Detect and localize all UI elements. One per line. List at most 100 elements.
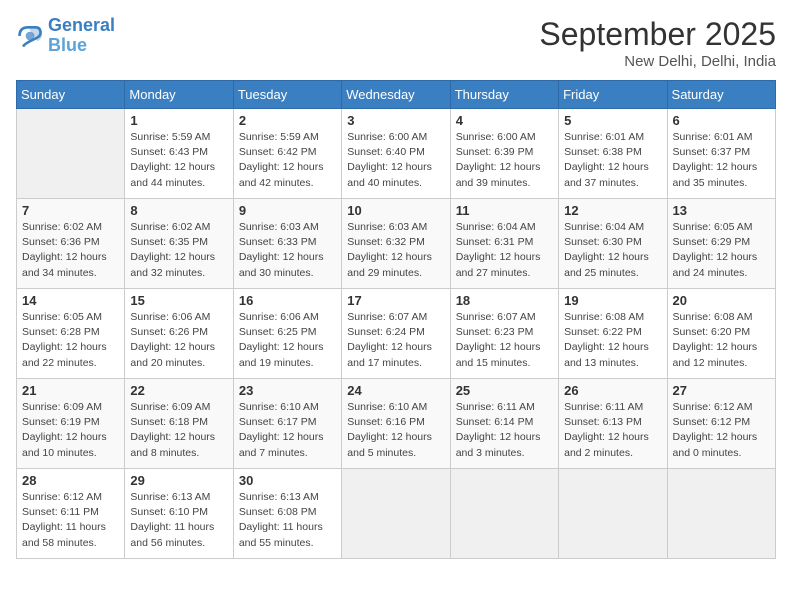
day-number: 23 [239,383,336,398]
day-info: Sunrise: 6:01 AM Sunset: 6:37 PM Dayligh… [673,130,770,191]
calendar-cell: 23 Sunrise: 6:10 AM Sunset: 6:17 PM Dayli… [233,379,341,469]
day-number: 27 [673,383,770,398]
weekday-header: Thursday [450,81,558,109]
day-info: Sunrise: 6:05 AM Sunset: 6:28 PM Dayligh… [22,310,119,371]
logo-icon [16,22,44,50]
day-number: 18 [456,293,553,308]
day-number: 12 [564,203,661,218]
day-info: Sunrise: 5:59 AM Sunset: 6:42 PM Dayligh… [239,130,336,191]
calendar-cell: 25 Sunrise: 6:11 AM Sunset: 6:14 PM Dayli… [450,379,558,469]
day-info: Sunrise: 6:03 AM Sunset: 6:32 PM Dayligh… [347,220,444,281]
calendar-cell: 7Sunrise: 6:02 AM Sunset: 6:36 PM Daylig… [17,199,125,289]
calendar-cell: 10Sunrise: 6:03 AM Sunset: 6:32 PM Dayli… [342,199,450,289]
calendar-cell: 3 Sunrise: 6:00 AM Sunset: 6:40 PM Daylig… [342,109,450,199]
day-info: Sunrise: 6:11 AM Sunset: 6:13 PM Dayligh… [564,400,661,461]
day-number: 2 [239,113,336,128]
day-info: Sunrise: 6:11 AM Sunset: 6:14 PM Dayligh… [456,400,553,461]
calendar-cell: 4 Sunrise: 6:00 AM Sunset: 6:39 PM Daylig… [450,109,558,199]
day-number: 9 [239,203,336,218]
calendar-cell: 30 Sunrise: 6:13 AM Sunset: 6:08 PM Dayli… [233,469,341,559]
day-number: 4 [456,113,553,128]
day-number: 16 [239,293,336,308]
calendar-cell: 1Sunrise: 5:59 AM Sunset: 6:43 PM Daylig… [125,109,233,199]
day-info: Sunrise: 6:07 AM Sunset: 6:24 PM Dayligh… [347,310,444,371]
calendar-cell: 17Sunrise: 6:07 AM Sunset: 6:24 PM Dayli… [342,289,450,379]
weekday-header: Monday [125,81,233,109]
day-info: Sunrise: 6:09 AM Sunset: 6:19 PM Dayligh… [22,400,119,461]
calendar-cell [559,469,667,559]
day-number: 8 [130,203,227,218]
calendar-cell: 8 Sunrise: 6:02 AM Sunset: 6:35 PM Daylig… [125,199,233,289]
day-number: 28 [22,473,119,488]
day-number: 6 [673,113,770,128]
calendar-cell: 15 Sunrise: 6:06 AM Sunset: 6:26 PM Dayli… [125,289,233,379]
calendar-week-row: 7Sunrise: 6:02 AM Sunset: 6:36 PM Daylig… [17,199,776,289]
calendar-cell: 22 Sunrise: 6:09 AM Sunset: 6:18 PM Dayli… [125,379,233,469]
day-info: Sunrise: 6:04 AM Sunset: 6:31 PM Dayligh… [456,220,553,281]
page-header: GeneralBlue September 2025 New Delhi, De… [16,16,776,70]
calendar-cell [450,469,558,559]
calendar-cell: 11 Sunrise: 6:04 AM Sunset: 6:31 PM Dayli… [450,199,558,289]
day-info: Sunrise: 6:06 AM Sunset: 6:26 PM Dayligh… [130,310,227,371]
day-info: Sunrise: 6:02 AM Sunset: 6:35 PM Dayligh… [130,220,227,281]
day-number: 25 [456,383,553,398]
day-number: 20 [673,293,770,308]
calendar-cell: 13Sunrise: 6:05 AM Sunset: 6:29 PM Dayli… [667,199,775,289]
calendar-cell: 28Sunrise: 6:12 AM Sunset: 6:11 PM Dayli… [17,469,125,559]
day-info: Sunrise: 6:06 AM Sunset: 6:25 PM Dayligh… [239,310,336,371]
day-info: Sunrise: 6:00 AM Sunset: 6:39 PM Dayligh… [456,130,553,191]
day-info: Sunrise: 6:00 AM Sunset: 6:40 PM Dayligh… [347,130,444,191]
calendar-week-row: 21 Sunrise: 6:09 AM Sunset: 6:19 PM Dayli… [17,379,776,469]
weekday-header: Tuesday [233,81,341,109]
day-info: Sunrise: 6:13 AM Sunset: 6:10 PM Dayligh… [130,490,227,551]
calendar-cell: 16 Sunrise: 6:06 AM Sunset: 6:25 PM Dayli… [233,289,341,379]
day-info: Sunrise: 6:10 AM Sunset: 6:16 PM Dayligh… [347,400,444,461]
calendar-cell: 29 Sunrise: 6:13 AM Sunset: 6:10 PM Dayli… [125,469,233,559]
day-number: 24 [347,383,444,398]
day-info: Sunrise: 6:03 AM Sunset: 6:33 PM Dayligh… [239,220,336,281]
day-number: 21 [22,383,119,398]
calendar-cell: 19 Sunrise: 6:08 AM Sunset: 6:22 PM Dayli… [559,289,667,379]
weekday-header: Saturday [667,81,775,109]
calendar-table: SundayMondayTuesdayWednesdayThursdayFrid… [16,80,776,559]
day-info: Sunrise: 6:07 AM Sunset: 6:23 PM Dayligh… [456,310,553,371]
calendar-cell [17,109,125,199]
calendar-cell: 14Sunrise: 6:05 AM Sunset: 6:28 PM Dayli… [17,289,125,379]
calendar-cell: 26Sunrise: 6:11 AM Sunset: 6:13 PM Dayli… [559,379,667,469]
day-info: Sunrise: 6:04 AM Sunset: 6:30 PM Dayligh… [564,220,661,281]
calendar-cell: 18 Sunrise: 6:07 AM Sunset: 6:23 PM Dayli… [450,289,558,379]
calendar-week-row: 1Sunrise: 5:59 AM Sunset: 6:43 PM Daylig… [17,109,776,199]
day-number: 11 [456,203,553,218]
calendar-cell: 9 Sunrise: 6:03 AM Sunset: 6:33 PM Daylig… [233,199,341,289]
day-number: 3 [347,113,444,128]
day-number: 19 [564,293,661,308]
logo: GeneralBlue [16,16,115,56]
day-number: 29 [130,473,227,488]
calendar-cell: 20 Sunrise: 6:08 AM Sunset: 6:20 PM Dayli… [667,289,775,379]
calendar-cell: 12 Sunrise: 6:04 AM Sunset: 6:30 PM Dayli… [559,199,667,289]
calendar-cell: 5 Sunrise: 6:01 AM Sunset: 6:38 PM Daylig… [559,109,667,199]
day-info: Sunrise: 6:09 AM Sunset: 6:18 PM Dayligh… [130,400,227,461]
day-info: Sunrise: 6:01 AM Sunset: 6:38 PM Dayligh… [564,130,661,191]
day-info: Sunrise: 6:13 AM Sunset: 6:08 PM Dayligh… [239,490,336,551]
day-number: 30 [239,473,336,488]
day-number: 22 [130,383,227,398]
day-number: 15 [130,293,227,308]
day-number: 5 [564,113,661,128]
day-info: Sunrise: 6:08 AM Sunset: 6:22 PM Dayligh… [564,310,661,371]
logo-name: GeneralBlue [48,16,115,56]
calendar-cell: 24 Sunrise: 6:10 AM Sunset: 6:16 PM Dayli… [342,379,450,469]
calendar-week-row: 28Sunrise: 6:12 AM Sunset: 6:11 PM Dayli… [17,469,776,559]
calendar-cell: 21 Sunrise: 6:09 AM Sunset: 6:19 PM Dayli… [17,379,125,469]
location: New Delhi, Delhi, India [539,53,776,70]
day-info: Sunrise: 6:08 AM Sunset: 6:20 PM Dayligh… [673,310,770,371]
calendar-cell [667,469,775,559]
calendar-cell: 2 Sunrise: 5:59 AM Sunset: 6:42 PM Daylig… [233,109,341,199]
calendar-cell: 27Sunrise: 6:12 AM Sunset: 6:12 PM Dayli… [667,379,775,469]
day-info: Sunrise: 6:05 AM Sunset: 6:29 PM Dayligh… [673,220,770,281]
day-info: Sunrise: 6:10 AM Sunset: 6:17 PM Dayligh… [239,400,336,461]
weekday-header-row: SundayMondayTuesdayWednesdayThursdayFrid… [17,81,776,109]
calendar-cell: 6 Sunrise: 6:01 AM Sunset: 6:37 PM Daylig… [667,109,775,199]
month-title: September 2025 [539,16,776,53]
weekday-header: Wednesday [342,81,450,109]
